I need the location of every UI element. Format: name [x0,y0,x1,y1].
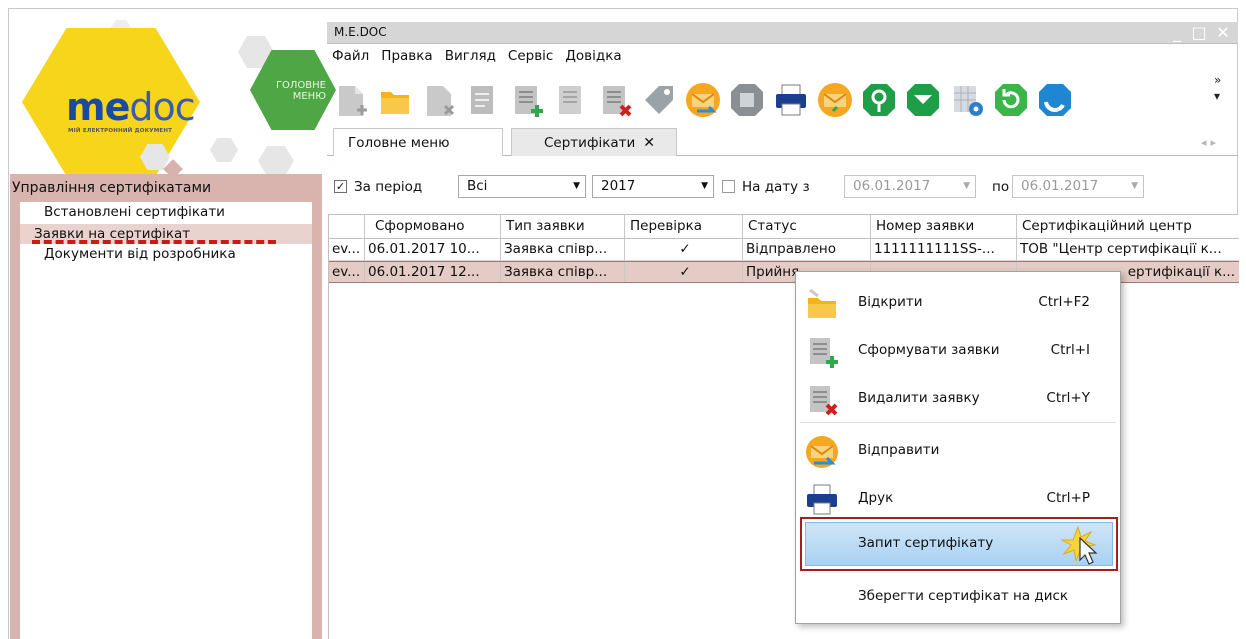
section-title: Управління сертифікатами [12,180,212,196]
left-list [20,202,312,639]
menu-help[interactable]: Довідка [560,46,626,68]
create-request-icon[interactable] [507,80,547,120]
date-from-picker[interactable]: 06.01.2017 ▼ [844,175,976,198]
minimize-button[interactable]: _ [1166,22,1188,44]
delete-document-icon[interactable] [419,80,459,120]
tab-label: Сертифікати [544,135,636,151]
tab-certificates[interactable]: Сертифікати ✕ [511,128,677,156]
chevron-down-icon: ▼ [701,181,708,191]
menu-item-print[interactable]: Друк Ctrl+P [796,474,1120,522]
column-header[interactable]: Номер заявки [871,215,1017,238]
table-cell: ev... [329,239,365,260]
medoc-logo: medoc [66,85,196,129]
tab-bar: Головне меню Сертифікати ✕ ◂▸ [327,128,1238,156]
table-cell: 06.01.2017 12... [365,262,501,282]
add-document-icon [804,334,840,370]
type-select[interactable]: Всі ▼ [458,175,586,198]
remove-request-icon[interactable] [595,80,635,120]
receive-envelope-icon[interactable] [815,80,855,120]
menu-file[interactable]: Файл [327,46,374,68]
menu-view[interactable]: Вигляд [440,46,501,68]
chevron-down-icon: ▼ [573,181,580,191]
table-row[interactable]: ev... 06.01.2017 10... Заявка співр... ✓… [329,239,1239,261]
close-tab-icon[interactable]: ✕ [643,135,655,151]
toolbar [331,74,1211,124]
close-window-button[interactable]: ✕ [1212,22,1234,44]
sidebar-item-developer-docs[interactable]: Документи від розробника [44,244,236,264]
table-cell: ev... [329,262,365,282]
menu-item-create-requests[interactable]: Сформувати заявки Ctrl+I [796,326,1120,374]
tag-icon[interactable] [639,80,679,120]
filter-row: ✓ За період Всі ▼ 2017 ▼ На дату з 06.01.2… [332,175,1232,205]
chevron-down-icon: ▼ [1131,181,1138,191]
sync-icon[interactable] [1035,80,1075,120]
menu-edit[interactable]: Правка [376,46,437,68]
main-menu-label[interactable]: ГОЛОВНЕ МЕНЮ [254,80,332,102]
maximize-button[interactable]: □ [1188,22,1210,44]
printer-icon[interactable] [771,80,811,120]
refresh-icon[interactable] [991,80,1031,120]
menu-service[interactable]: Сервіс [503,46,558,68]
date-to-picker[interactable]: 06.01.2017 ▼ [1012,175,1144,198]
folder-icon [804,286,840,322]
check-mark-icon: ✓ [625,262,743,282]
column-header[interactable] [329,215,365,238]
window-titlebar: M.E.DOC _ □ ✕ [327,22,1238,44]
menu-item-save-cert-to-disk[interactable]: Зберегти сертифікат на диск [796,572,1120,620]
printer-icon [804,482,840,518]
tab-main-menu[interactable]: Головне меню [333,128,503,156]
view-document-icon[interactable] [551,80,591,120]
logo-area: medoc МІЙ ЕЛЕКТРОННИЙ ДОКУМЕНТ ГОЛОВНЕ МЕ… [10,10,336,176]
logo-subtitle: МІЙ ЕЛЕКТРОННИЙ ДОКУМЕНТ [68,128,173,134]
menu-item-send[interactable]: Відправити [796,426,1120,474]
menu-item-highlight: Запит сертифікату [805,522,1113,566]
settings-table-icon[interactable] [947,80,987,120]
window-title: M.E.DOC [334,25,387,39]
menu-separator [800,422,1116,423]
edit-document-icon[interactable] [463,80,503,120]
check-mark-icon: ✓ [625,239,743,260]
column-header[interactable]: Тип заявки [501,215,625,238]
menu-item-delete-request[interactable]: Видалити заявку Ctrl+Y [796,374,1120,422]
open-folder-icon[interactable] [375,80,415,120]
search-key-icon[interactable] [859,80,899,120]
panel-pointer [10,170,322,176]
send-envelope-icon[interactable] [683,80,723,120]
column-header[interactable]: Сертифікаційний центр [1017,215,1239,238]
menu-item-open[interactable]: Відкрити Ctrl+F2 [796,278,1120,326]
annotation-underline [32,240,276,244]
table-header: Сформовано Тип заявки Перевірка Статус Н… [329,215,1239,239]
table-cell: ТОВ "Центр сертифікації к... [1020,241,1222,257]
column-header[interactable]: Сформовано [365,215,501,238]
date-label: На дату з [742,179,810,195]
archive-icon[interactable] [727,80,767,120]
inbox-icon[interactable] [903,80,943,120]
table-cell: 06.01.2017 10... [365,239,501,260]
table-cell: Відправлено [743,239,871,260]
new-document-icon[interactable] [331,80,371,120]
chevron-down-icon: ▼ [963,181,970,191]
tab-label: Головне меню [348,135,450,151]
table-cell: Заявка співр... [501,262,625,282]
year-select[interactable]: 2017 ▼ [592,175,714,198]
period-label: За період [354,179,423,195]
tab-scroll-arrows[interactable]: ◂▸ [1201,136,1220,149]
delete-document-icon [804,382,840,418]
sidebar-item-installed-certs[interactable]: Встановлені сертифікати [44,202,225,222]
period-checkbox[interactable]: ✓ [334,180,347,193]
table-cell: 1111111111SS-... [871,239,1017,260]
send-envelope-icon [804,434,840,470]
column-header[interactable]: Статус [743,215,871,238]
column-header[interactable]: Перевірка [625,215,743,238]
menubar: Файл Правка Вигляд Сервіс Довідка [327,46,627,68]
decor-hex [210,138,238,162]
table-cell: Заявка співр... [501,239,625,260]
date-checkbox[interactable] [722,180,735,193]
context-menu: Відкрити Ctrl+F2 Сформувати заявки Ctrl+… [795,271,1121,624]
menu-item-request-certificate[interactable]: Запит сертифікату [800,517,1118,571]
to-label: по [992,179,1010,195]
mouse-cursor-icon [1078,536,1098,565]
toolbar-overflow[interactable]: » ▾ [1214,72,1221,104]
